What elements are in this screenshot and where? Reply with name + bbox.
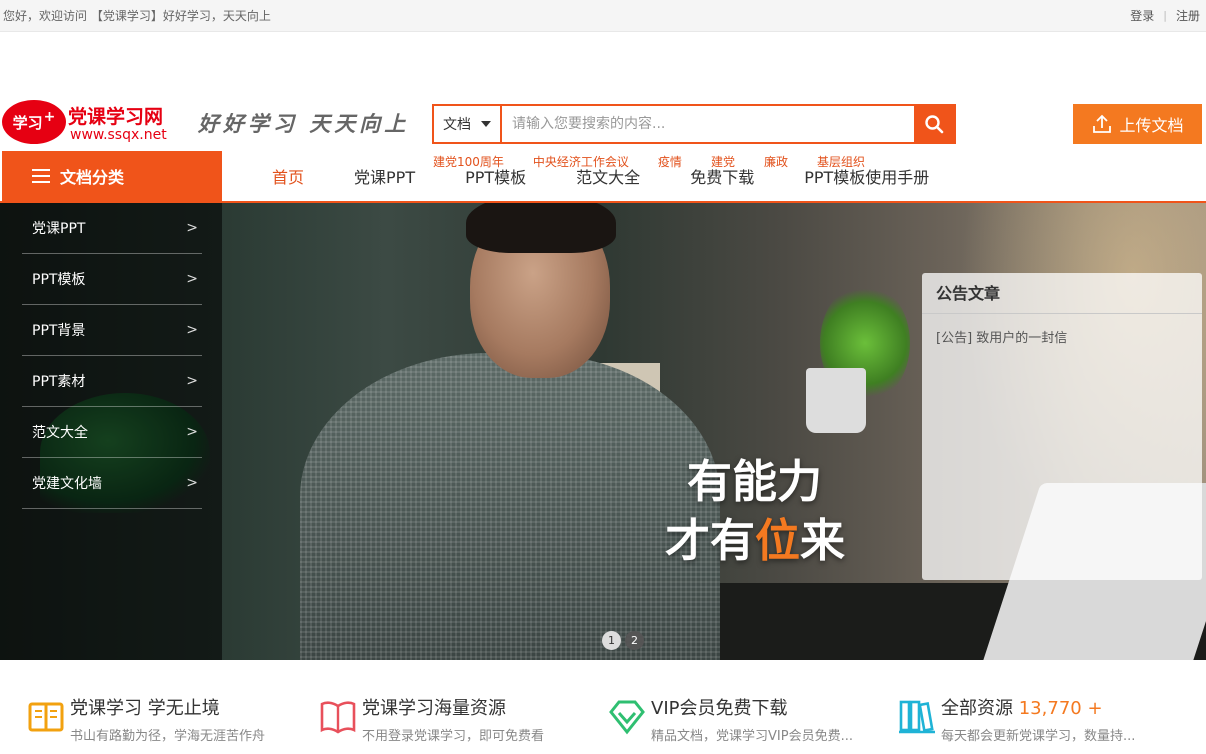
nav-links: 首页 党课PPT PPT模板 范文大全 免费下载 PPT模板使用手册 bbox=[272, 151, 979, 201]
logo-badge: 学习 + bbox=[2, 100, 66, 144]
nav-link-free-download[interactable]: 免费下载 bbox=[690, 164, 754, 188]
feature-desc: 书山有路勤为径，学海无涯苦作舟 bbox=[70, 729, 266, 744]
search-bar: 文档 bbox=[432, 104, 956, 144]
nav-link-ppt-templates[interactable]: PPT模板 bbox=[465, 164, 526, 188]
slogan: 好好学习 天天向上 bbox=[198, 111, 410, 136]
notice-panel: 公告文章 [公告] 致用户的一封信 bbox=[922, 273, 1202, 580]
chevron-right-icon: > bbox=[186, 271, 198, 287]
side-menu-label: PPT背景 bbox=[32, 323, 86, 339]
book-icon bbox=[28, 702, 64, 732]
upload-document-button[interactable]: 上传文档 bbox=[1073, 104, 1202, 144]
feature-desc: 精品文档，党课学习VIP会员免费... bbox=[651, 729, 853, 744]
side-menu-label: PPT素材 bbox=[32, 374, 86, 390]
side-menu-item-essays[interactable]: 范文大全 > bbox=[22, 407, 202, 458]
feature-item: 党课学习海量资源 不用登录党课学习，即可免费看 bbox=[318, 694, 608, 744]
upload-label: 上传文档 bbox=[1119, 116, 1184, 135]
notice-title: 公告文章 bbox=[922, 273, 1202, 314]
chevron-right-icon: > bbox=[186, 220, 198, 236]
feature-desc: 不用登录党课学习，即可免费看 bbox=[362, 729, 545, 744]
search-input[interactable] bbox=[502, 106, 914, 142]
logo-url: www.ssqx.net bbox=[70, 127, 167, 143]
main-nav: 文档分类 首页 党课PPT PPT模板 范文大全 免费下载 PPT模板使用手册 bbox=[0, 151, 1206, 203]
side-menu-label: 党建文化墙 bbox=[32, 476, 102, 492]
carousel-dot[interactable]: 2 bbox=[625, 631, 644, 650]
feature-title: VIP会员免费下载 bbox=[651, 698, 788, 719]
search-type-label: 文档 bbox=[443, 117, 471, 133]
register-link[interactable]: 注册 bbox=[1176, 7, 1200, 24]
banner-person-hair bbox=[466, 203, 616, 253]
banner-line-1: 有能力 bbox=[687, 455, 823, 508]
chevron-right-icon: > bbox=[186, 373, 198, 389]
diamond-icon bbox=[609, 700, 645, 735]
hero-banner[interactable]: 有能力 才有位来 党课PPT > PPT模板 > PPT背景 > PPT素材 >… bbox=[0, 203, 1206, 660]
feature-item: 全部资源 13,770 + 每天都会更新党课学习，数量持... bbox=[897, 694, 1187, 744]
logo-badge-plus: + bbox=[43, 109, 56, 125]
auth-separator: | bbox=[1163, 9, 1167, 22]
banner-scene-pot bbox=[806, 368, 866, 433]
banner-line-2: 才有位来 bbox=[665, 512, 845, 571]
feature-title: 党课学习 学无止境 bbox=[70, 698, 220, 719]
feature-title: 全部资源 13,770 + bbox=[941, 694, 1103, 720]
site-logo[interactable]: 学习 + 党课学习网 www.ssqx.net bbox=[2, 70, 174, 148]
chevron-right-icon: > bbox=[186, 424, 198, 440]
category-menu-button[interactable]: 文档分类 bbox=[2, 151, 222, 201]
side-menu-item-culture-wall[interactable]: 党建文化墙 > bbox=[22, 458, 202, 509]
feature-title-text: 全部资源 bbox=[941, 698, 1013, 719]
login-link[interactable]: 登录 bbox=[1130, 7, 1154, 24]
side-menu-item-ppt-backgrounds[interactable]: PPT背景 > bbox=[22, 305, 202, 356]
welcome-text: 您好，欢迎访问 【党课学习】好好学习，天天向上 bbox=[3, 9, 271, 23]
category-side-menu: 党课PPT > PPT模板 > PPT背景 > PPT素材 > 范文大全 > 党… bbox=[0, 203, 222, 660]
upload-icon bbox=[1093, 114, 1112, 133]
logo-title: 党课学习网 bbox=[68, 106, 164, 128]
feature-desc: 每天都会更新党课学习，数量持... bbox=[941, 729, 1136, 744]
banner-person-body bbox=[300, 353, 720, 660]
feature-strip: 党课学习 学无止境 书山有路勤为径，学海无涯苦作舟 党课学习海量资源 不用登录党… bbox=[0, 660, 1206, 754]
carousel-dots: 1 2 bbox=[602, 631, 644, 650]
side-menu-label: PPT模板 bbox=[32, 272, 86, 288]
nav-link-essays[interactable]: 范文大全 bbox=[576, 164, 640, 188]
caret-down-icon bbox=[481, 121, 491, 127]
notice-item[interactable]: [公告] 致用户的一封信 bbox=[922, 314, 1202, 359]
auth-links: 登录 | 注册 bbox=[1130, 7, 1202, 24]
top-bar: 您好，欢迎访问 【党课学习】好好学习，天天向上 登录 | 注册 bbox=[0, 0, 1206, 32]
search-button[interactable] bbox=[914, 106, 954, 142]
nav-link-home[interactable]: 首页 bbox=[272, 164, 304, 188]
library-icon bbox=[899, 700, 935, 734]
search-icon bbox=[925, 115, 944, 134]
banner-line-2-post: 来 bbox=[800, 513, 846, 567]
site-header: 学习+ 党课学习网 www.ssqx.net 好好学习 天天向上 文档 建党10… bbox=[0, 32, 1206, 169]
carousel-dot[interactable]: 1 bbox=[602, 631, 621, 650]
nav-link-ppt-manual[interactable]: PPT模板使用手册 bbox=[804, 164, 929, 188]
resource-count: 13,770 + bbox=[1018, 698, 1103, 719]
hamburger-icon bbox=[32, 169, 50, 183]
feature-item: 党课学习 学无止境 书山有路勤为径，学海无涯苦作舟 bbox=[26, 694, 316, 744]
category-label: 文档分类 bbox=[60, 168, 125, 187]
side-menu-label: 范文大全 bbox=[32, 425, 88, 441]
search-type-dropdown[interactable]: 文档 bbox=[434, 106, 502, 142]
banner-headline: 有能力 才有位来 bbox=[665, 453, 845, 570]
chevron-right-icon: > bbox=[186, 475, 198, 491]
side-menu-item-party-ppt[interactable]: 党课PPT > bbox=[22, 203, 202, 254]
logo-badge-text: 学习 bbox=[12, 113, 43, 132]
side-menu-label: 党课PPT bbox=[32, 221, 86, 237]
chevron-right-icon: > bbox=[186, 322, 198, 338]
nav-link-party-ppt[interactable]: 党课PPT bbox=[354, 164, 415, 188]
open-book-icon bbox=[320, 701, 356, 734]
side-menu-item-ppt-materials[interactable]: PPT素材 > bbox=[22, 356, 202, 407]
banner-line-2-pre: 才有 bbox=[665, 513, 756, 567]
banner-line-2-highlight: 位 bbox=[755, 513, 801, 567]
feature-item: VIP会员免费下载 精品文档，党课学习VIP会员免费... bbox=[607, 694, 897, 744]
feature-title: 党课学习海量资源 bbox=[362, 698, 506, 719]
side-menu-item-ppt-templates[interactable]: PPT模板 > bbox=[22, 254, 202, 305]
